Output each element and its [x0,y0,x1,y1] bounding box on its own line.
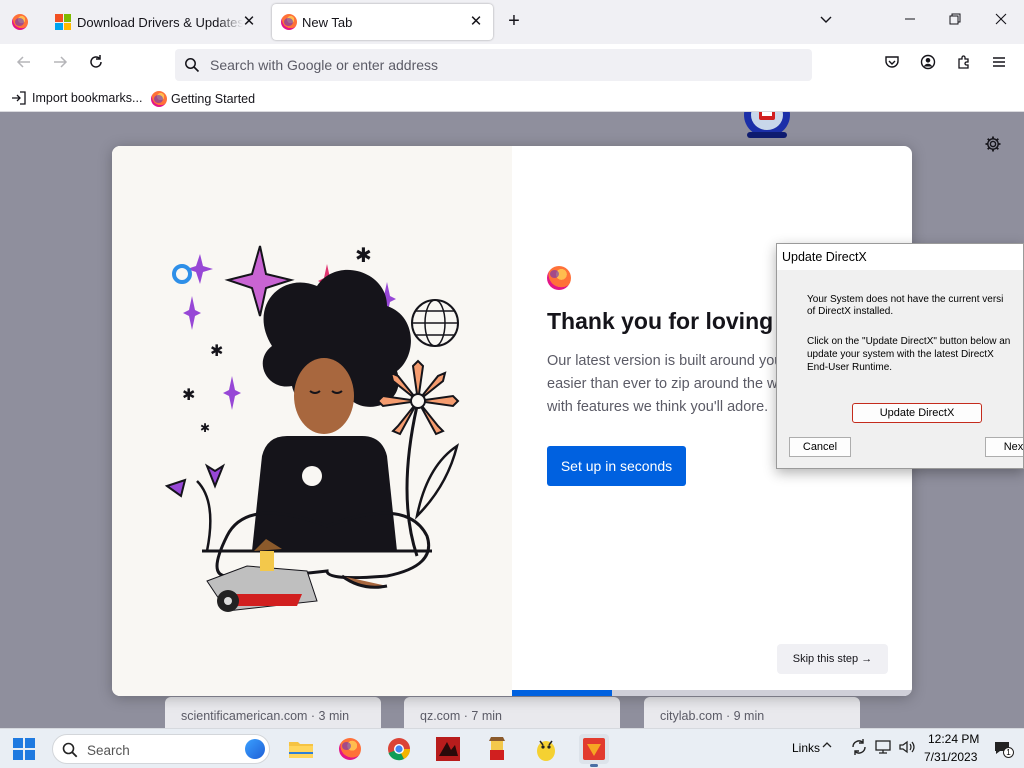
tab-close-icon[interactable]: ✕ [240,13,258,31]
forward-arrow-icon[interactable] [49,54,71,76]
lego-figure-icon[interactable] [482,734,512,764]
dialog-message-line: Click on the "Update DirectX" button bel… [807,336,1011,347]
bookmark-getting-started[interactable]: Getting Started [151,91,255,107]
onboarding-progress-fill [512,690,612,696]
links-toolbar-label[interactable]: Links [792,741,820,755]
microsoft-logo-icon [55,14,71,30]
chevron-up-icon[interactable] [821,739,833,754]
svg-text:✱: ✱ [182,385,195,404]
onboarding-body: Our latest version is built around you, … [547,353,787,415]
tab-title: Download Drivers & Updates for [77,15,243,30]
tile-label: qz.com · 7 min [420,709,502,723]
dialog-message-line: Your System does not have the current ve… [807,294,1004,305]
dialog-message-line: update your system with the latest Direc… [807,349,994,360]
network-icon[interactable] [874,738,892,759]
tab-strip: Download Drivers & Updates for ✕ New Tab… [0,0,1024,44]
reload-icon[interactable] [85,54,107,76]
taskbar-search-input[interactable] [87,741,237,759]
person-with-laptop-illustration: ✱ ✱ ✱ ✱ [164,243,460,612]
minimize-icon[interactable] [899,12,921,32]
volume-icon[interactable] [898,738,916,759]
notification-badge: 1 [1003,747,1014,758]
firefox-icon [281,14,297,30]
navigation-toolbar [0,44,1024,86]
top-site-tile[interactable]: citylab.com · 9 min [644,697,860,728]
svg-text:✱: ✱ [210,341,223,360]
tile-label: citylab.com · 9 min [660,709,765,723]
pocket-icon[interactable] [881,54,903,76]
active-red-app-icon[interactable] [579,734,609,767]
tab-close-icon[interactable]: ✕ [467,13,485,31]
restore-icon[interactable] [944,12,966,32]
top-site-tile[interactable]: scientificamerican.com · 3 min [165,697,381,728]
import-icon [12,91,26,105]
windows-start-icon[interactable] [13,738,35,760]
windows-taskbar: Links 12:24 PM 7/31/2023 1 [0,728,1024,768]
cancel-button[interactable]: Cancel [789,437,851,457]
update-directx-button[interactable]: Update DirectX [852,403,982,423]
set-up-button[interactable]: Set up in seconds [547,446,686,486]
clock-time[interactable]: 12:24 PM [928,732,979,746]
tab-download-drivers[interactable]: Download Drivers & Updates for ✕ [44,4,266,40]
chrome-icon[interactable] [384,734,414,764]
firefox-icon [151,91,167,107]
search-icon [185,58,200,73]
update-directx-dialog: Update DirectX Your System does not have… [776,243,1024,469]
dialog-message-line: End-User Runtime. [807,362,893,373]
bookmark-label: Import bookmarks... [32,91,143,105]
extensions-puzzle-icon[interactable] [953,54,975,76]
dialog-title: Update DirectX [777,244,1023,270]
gear-icon[interactable] [984,135,1002,153]
sync-icon[interactable] [850,738,868,759]
skip-label: Skip this step [792,653,859,665]
clock-date[interactable]: 7/31/2023 [924,750,977,764]
next-button[interactable]: Next [985,437,1023,457]
yellow-character-icon[interactable] [531,734,561,764]
onboarding-illustration: ✱ ✱ ✱ ✱ [112,146,512,696]
bing-icon[interactable] [245,739,265,759]
tab-title: New Tab [302,15,353,30]
firefox-view-icon[interactable] [12,14,28,30]
skip-step-button[interactable]: Skip this step → [777,644,888,674]
svg-text:✱: ✱ [200,421,210,435]
address-input[interactable] [210,49,800,81]
account-icon[interactable] [917,54,939,76]
svg-text:✱: ✱ [355,243,372,267]
bookmarks-toolbar: Import bookmarks... Getting Started [0,86,1024,112]
notifications-icon[interactable]: 1 [993,739,1014,760]
firefox-taskbar-icon[interactable] [335,734,365,764]
tab-new-tab[interactable]: New Tab ✕ [272,4,493,40]
top-site-tile[interactable]: qz.com · 7 min [404,697,620,728]
search-icon [62,742,78,758]
list-all-tabs-chevron-icon[interactable] [815,12,837,32]
bookmark-import[interactable]: Import bookmarks... [11,91,142,105]
dialog-message-line: of DirectX installed. [807,306,894,317]
onboarding-heading: Thank you for loving F [547,308,794,334]
file-explorer-icon[interactable] [286,734,316,764]
close-window-icon[interactable] [990,12,1012,32]
bookmark-label: Getting Started [171,92,256,106]
lego-clock-image [744,112,790,138]
arrow-right-icon: → [861,653,873,665]
address-bar[interactable] [175,49,812,81]
red-app-icon[interactable] [433,734,463,764]
tile-label: scientificamerican.com · 3 min [181,709,350,723]
firefox-logo-icon [547,266,571,290]
new-tab-plus-icon[interactable]: + [503,11,525,33]
taskbar-search[interactable] [52,734,270,764]
back-arrow-icon[interactable] [13,54,35,76]
hamburger-menu-icon[interactable] [988,54,1010,76]
